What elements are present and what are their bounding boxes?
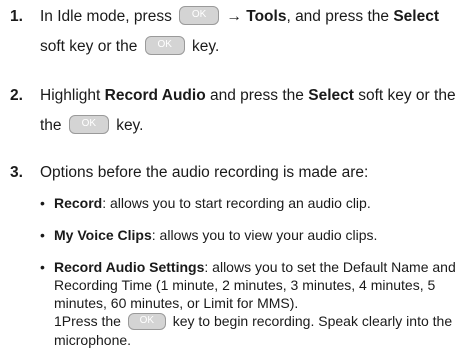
list-item: • My Voice Clips: allows you to view you…: [40, 226, 468, 244]
step-text: Highlight Record Audio and press the Sel…: [40, 81, 468, 141]
step-number: 2.: [10, 87, 23, 104]
bullet-icon: •: [40, 259, 45, 275]
step-text-part: soft key or the: [358, 87, 456, 104]
option-term: My Voice Clips: [54, 227, 152, 243]
option-term: Record: [54, 195, 103, 211]
bullet-icon: •: [40, 195, 45, 211]
manual-page: 1. In Idle mode, press OK → Tools, and p…: [0, 0, 474, 348]
ok-key-icon: OK: [127, 312, 166, 330]
bullet-icon: •: [40, 227, 45, 243]
step-text-part: , and press the: [286, 8, 389, 25]
option-term: Record Audio Settings: [54, 259, 205, 275]
menu-tools: Tools: [246, 8, 287, 25]
ok-key-icon: OK: [68, 115, 109, 135]
step-text-part: the: [40, 117, 62, 134]
arrow-icon: →: [226, 8, 242, 25]
step-text: Options before the audio recording is ma…: [40, 164, 369, 181]
list-item: • Record: allows you to start recording …: [40, 194, 468, 212]
ok-key-icon: OK: [179, 6, 220, 26]
ok-key-icon: OK: [144, 36, 185, 56]
step-text-part: soft key or the: [40, 38, 138, 55]
step-text-part: key.: [191, 38, 220, 55]
step-text-part: and press the: [209, 87, 304, 104]
list-item: • Record Audio Settings: allows you to s…: [40, 258, 468, 349]
step-text-part: key.: [116, 117, 144, 134]
select-softkey-label: Select: [393, 8, 439, 25]
step-number: 3.: [10, 164, 23, 181]
option-extra: 1Press the: [54, 313, 121, 329]
step-text-part: In Idle mode, press: [40, 8, 172, 25]
step-text-part: Highlight: [40, 87, 101, 104]
option-desc: : allows you to start recording an audio…: [102, 195, 371, 211]
step-number: 1.: [10, 8, 23, 25]
step-text: In Idle mode, press OK → Tools, and pres…: [40, 2, 468, 62]
select-softkey-label: Select: [308, 87, 354, 104]
menu-record-audio: Record Audio: [104, 87, 206, 104]
option-desc: : allows you to view your audio clips.: [151, 227, 378, 243]
